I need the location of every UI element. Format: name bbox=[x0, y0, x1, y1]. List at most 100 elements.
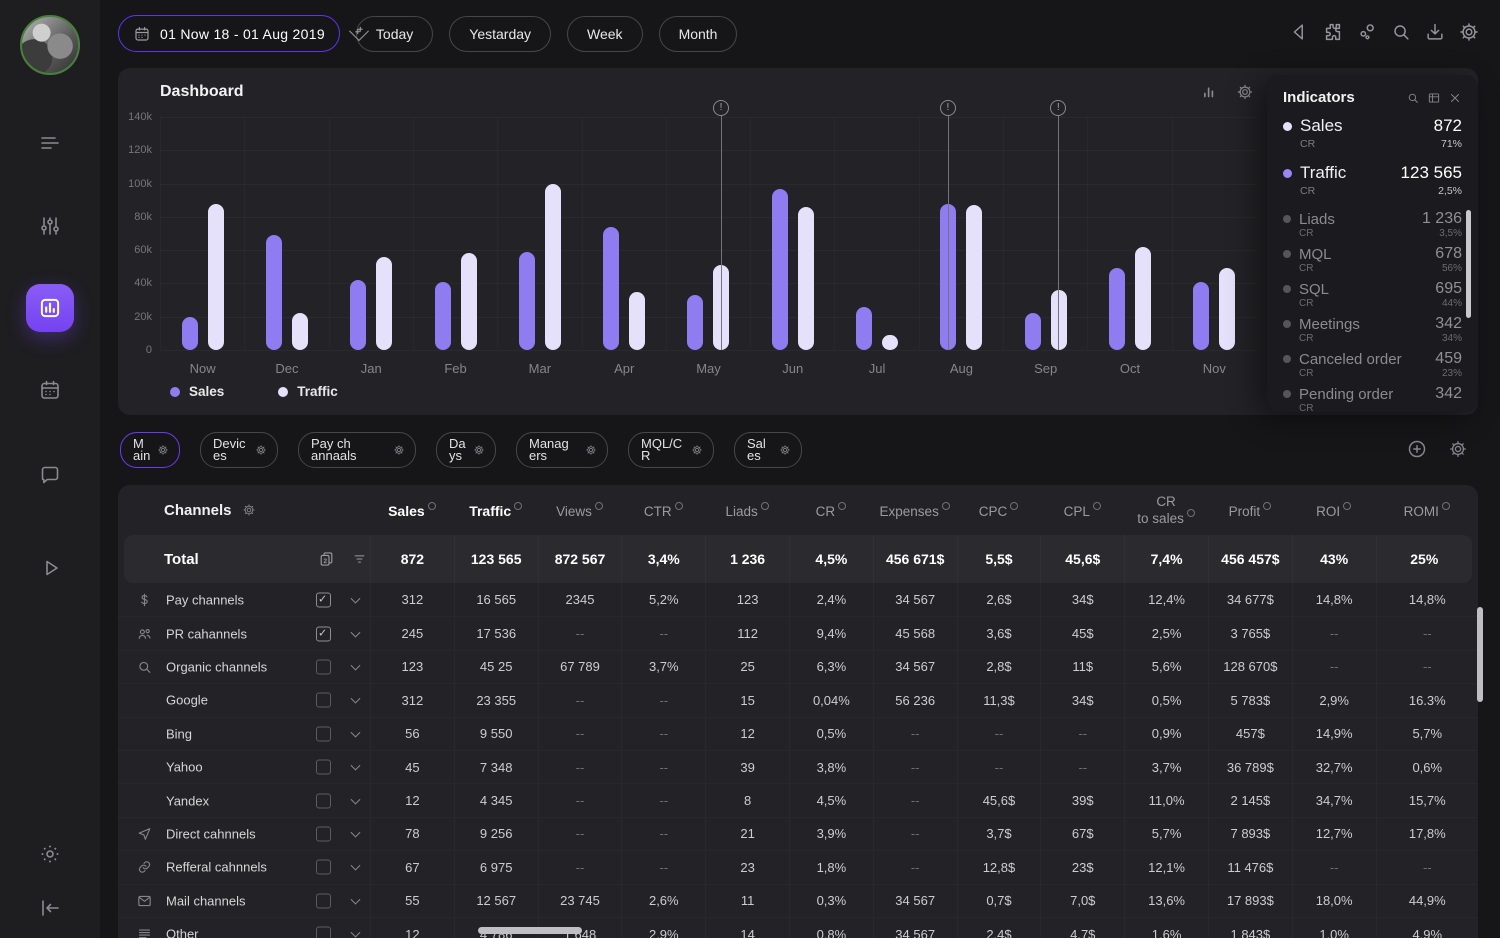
column-header-sales[interactable]: Sales bbox=[370, 502, 454, 519]
indicators-scrollbar[interactable] bbox=[1466, 210, 1471, 318]
chevron-down-icon[interactable] bbox=[351, 828, 361, 838]
calendar-icon[interactable] bbox=[38, 378, 62, 402]
column-header-expenses[interactable]: Expenses bbox=[873, 502, 957, 519]
horizontal-scrollbar[interactable] bbox=[478, 927, 582, 934]
play-icon[interactable] bbox=[38, 556, 62, 580]
legend-item-sales[interactable]: Sales bbox=[170, 384, 224, 399]
row-checkbox[interactable] bbox=[316, 927, 331, 938]
row-checkbox[interactable] bbox=[316, 592, 331, 607]
filter-chip-days[interactable]: Days bbox=[436, 432, 496, 468]
alert-icon[interactable]: ! bbox=[940, 100, 956, 116]
search-icon[interactable] bbox=[1406, 91, 1420, 105]
info-icon[interactable] bbox=[1093, 502, 1101, 510]
traffic-bar[interactable] bbox=[292, 313, 308, 350]
row-checkbox[interactable] bbox=[316, 826, 331, 841]
chart-type-icon[interactable] bbox=[1200, 83, 1218, 101]
table-row-mail-channels[interactable]: Mail channels5512 56723 7452,6%110,3%34 … bbox=[118, 884, 1478, 917]
vertical-scrollbar[interactable] bbox=[1477, 607, 1483, 702]
column-settings-icon[interactable] bbox=[242, 503, 256, 517]
filter-chip-managers[interactable]: Managers bbox=[516, 432, 608, 468]
traffic-bar[interactable] bbox=[208, 204, 224, 350]
row-checkbox[interactable] bbox=[316, 893, 331, 908]
alert-icon[interactable]: ! bbox=[1050, 100, 1066, 116]
back-icon[interactable] bbox=[1288, 21, 1310, 43]
column-header-cpl[interactable]: CPL bbox=[1040, 502, 1124, 519]
table-row-bing[interactable]: Bing569 550----120,5%------0,9%457$14,9%… bbox=[118, 717, 1478, 750]
chevron-down-icon[interactable] bbox=[351, 894, 361, 904]
table-row-pay-channels[interactable]: Pay channels31216 56523455,2%1232,4%34 5… bbox=[118, 583, 1478, 616]
indicator-item-sql[interactable]: SQL695CR44% bbox=[1283, 280, 1462, 311]
row-checkbox[interactable] bbox=[316, 860, 331, 875]
info-icon[interactable] bbox=[1442, 502, 1450, 510]
indicator-item-mql[interactable]: MQL678CR56% bbox=[1283, 245, 1462, 276]
indicator-item-pending-order[interactable]: Pending order342CR bbox=[1283, 385, 1462, 412]
settings-icon[interactable] bbox=[473, 444, 485, 456]
column-header-cpc[interactable]: CPC bbox=[957, 502, 1041, 519]
download-icon[interactable] bbox=[1424, 21, 1446, 43]
table-row-direct-cahnnels[interactable]: Direct cahnnels789 256----213,9%--3,7$67… bbox=[118, 817, 1478, 850]
column-header-profit[interactable]: Profit bbox=[1208, 502, 1292, 519]
sales-bar[interactable] bbox=[1109, 268, 1125, 350]
info-icon[interactable] bbox=[514, 502, 522, 510]
info-icon[interactable] bbox=[595, 502, 603, 510]
indicator-item-traffic[interactable]: Traffic123 565CR2,5% bbox=[1283, 163, 1462, 200]
sales-bar[interactable] bbox=[1193, 282, 1209, 350]
compare-pages-icon[interactable]: 2 bbox=[318, 551, 335, 568]
row-checkbox[interactable] bbox=[316, 659, 331, 674]
yesterday-button[interactable]: Yestarday bbox=[449, 16, 551, 52]
sales-bar[interactable] bbox=[350, 280, 366, 350]
table-row-refferal-cahnnels[interactable]: Refferal cahnnels676 975----231,8%--12,8… bbox=[118, 850, 1478, 883]
sales-bar[interactable] bbox=[856, 307, 872, 350]
info-icon[interactable] bbox=[942, 502, 950, 510]
chevron-down-icon[interactable] bbox=[351, 627, 361, 637]
traffic-bar[interactable] bbox=[629, 292, 645, 350]
table-view-icon[interactable] bbox=[1427, 91, 1441, 105]
search-icon[interactable] bbox=[1390, 21, 1412, 43]
settings-icon[interactable] bbox=[157, 444, 169, 456]
table-row-google[interactable]: Google31223 355----150,04%56 23611,3$34$… bbox=[118, 683, 1478, 716]
chevron-down-icon[interactable] bbox=[351, 593, 361, 603]
filter-chip-pay-channaals[interactable]: Pay channaals bbox=[298, 432, 416, 468]
sales-bar[interactable] bbox=[1025, 313, 1041, 350]
info-icon[interactable] bbox=[1010, 502, 1018, 510]
column-header-ctr[interactable]: CTR bbox=[621, 502, 705, 519]
sales-bar[interactable] bbox=[687, 295, 703, 350]
indicator-item-canceled-order[interactable]: Canceled order459CR23% bbox=[1283, 350, 1462, 381]
brightness-icon[interactable] bbox=[38, 842, 62, 866]
collapse-sidebar-icon[interactable] bbox=[38, 896, 62, 920]
sidebar-item-analytics-active[interactable] bbox=[26, 284, 74, 332]
indicator-item-liads[interactable]: Liads1 236CR3,5% bbox=[1283, 210, 1462, 241]
settings-icon[interactable] bbox=[255, 444, 267, 456]
column-header-liads[interactable]: Liads bbox=[705, 502, 789, 519]
column-header-cr-to-sales[interactable]: CR to sales bbox=[1124, 494, 1208, 526]
column-header-roi[interactable]: ROI bbox=[1292, 502, 1376, 519]
today-button[interactable]: Today bbox=[356, 16, 433, 52]
chevron-down-icon[interactable] bbox=[351, 794, 361, 804]
info-icon[interactable] bbox=[1187, 509, 1195, 517]
legend-item-traffic[interactable]: Traffic bbox=[278, 384, 338, 399]
filter-chip-mql-cr[interactable]: MQL/CR bbox=[628, 432, 714, 468]
traffic-bar[interactable] bbox=[1219, 268, 1235, 350]
extensions-icon[interactable] bbox=[1322, 21, 1344, 43]
traffic-bar[interactable] bbox=[1135, 247, 1151, 350]
info-icon[interactable] bbox=[428, 502, 436, 510]
sales-bar[interactable] bbox=[266, 235, 282, 350]
chevron-down-icon[interactable] bbox=[351, 727, 361, 737]
indicator-item-meetings[interactable]: Meetings342CR34% bbox=[1283, 315, 1462, 346]
row-checkbox[interactable] bbox=[316, 726, 331, 741]
table-row-pr-cahannels[interactable]: PR cahannels24517 536----1129,4%45 5683,… bbox=[118, 616, 1478, 649]
chevron-down-icon[interactable] bbox=[351, 661, 361, 671]
add-filter-icon[interactable] bbox=[1406, 438, 1428, 460]
menu-icon[interactable] bbox=[38, 131, 62, 155]
settings-icon[interactable] bbox=[1458, 21, 1480, 43]
info-icon[interactable] bbox=[761, 502, 769, 510]
filter-chip-main[interactable]: Main bbox=[120, 432, 180, 468]
info-icon[interactable] bbox=[1343, 502, 1351, 510]
close-icon[interactable] bbox=[1448, 91, 1462, 105]
table-row-yahoo[interactable]: Yahoo457 348----393,8%------3,7%36 789$3… bbox=[118, 750, 1478, 783]
sales-bar[interactable] bbox=[435, 282, 451, 350]
settings-icon[interactable] bbox=[393, 444, 405, 456]
traffic-bar[interactable] bbox=[545, 184, 561, 350]
date-range-picker[interactable]: 01 Now 18 - 01 Aug 2019 bbox=[118, 15, 340, 52]
row-checkbox[interactable] bbox=[316, 793, 331, 808]
